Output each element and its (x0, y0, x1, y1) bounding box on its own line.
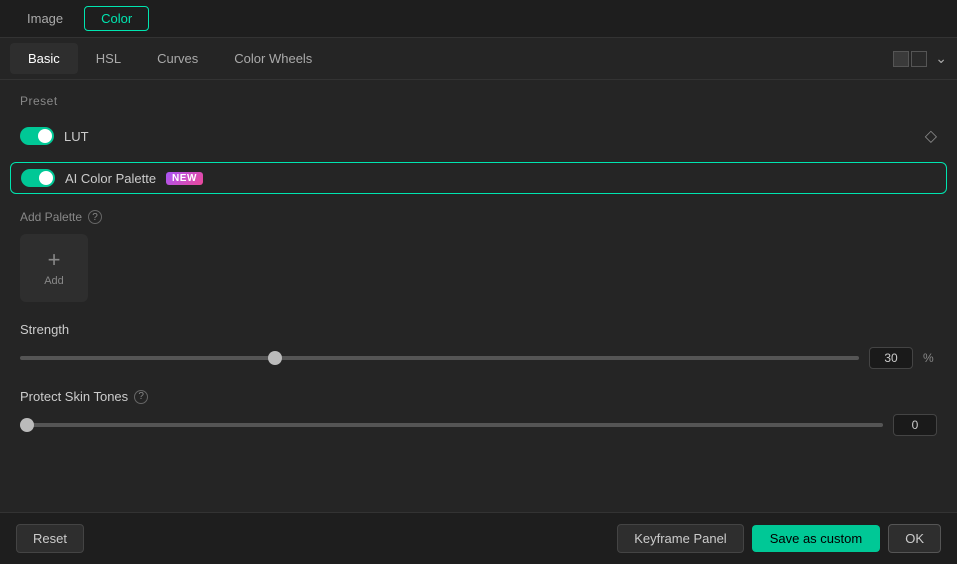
ok-button[interactable]: OK (888, 524, 941, 553)
tab-image[interactable]: Image (10, 6, 80, 31)
protect-skin-tones-section: Protect Skin Tones ? 0 (20, 389, 937, 436)
tab-color[interactable]: Color (84, 6, 149, 31)
add-palette-button[interactable]: + Add (20, 234, 88, 302)
main-content: Preset LUT ◇ AI Color Palette NEW Add Pa… (0, 80, 957, 512)
add-plus-icon: + (48, 249, 61, 271)
protect-skin-tones-value: 0 (893, 414, 937, 436)
protect-label-row: Protect Skin Tones ? (20, 389, 937, 404)
collapse-button[interactable]: ⌄ (935, 50, 947, 67)
top-tab-bar: Image Color (0, 0, 957, 38)
lut-label: LUT (64, 129, 89, 144)
keyframe-panel-button[interactable]: Keyframe Panel (617, 524, 744, 553)
lut-row: LUT ◇ (20, 120, 937, 152)
palette-label-row: Add Palette ? (20, 210, 937, 224)
add-palette-label: Add Palette (20, 210, 82, 224)
strength-label: Strength (20, 322, 937, 337)
diamond-icon: ◇ (925, 126, 937, 146)
new-badge: NEW (166, 172, 203, 185)
sub-tabs-right-controls: ⌄ (893, 50, 947, 67)
sub-tab-bar: Basic HSL Curves Color Wheels ⌄ (0, 38, 957, 80)
bottom-right-controls: Keyframe Panel Save as custom OK (617, 524, 941, 553)
tab-hsl[interactable]: HSL (78, 43, 139, 74)
add-palette-button-label: Add (44, 275, 64, 287)
protect-skin-tones-info-icon[interactable]: ? (134, 390, 148, 404)
protect-slider-container (20, 417, 883, 433)
strength-value: 30 (869, 347, 913, 369)
strength-slider-row: 30 % (20, 347, 937, 369)
save-as-custom-button[interactable]: Save as custom (752, 525, 881, 552)
ai-color-palette-label: AI Color Palette (65, 171, 156, 186)
palette-section: Add Palette ? + Add (20, 210, 937, 302)
split-view-icon[interactable] (893, 51, 927, 67)
ai-color-palette-row: AI Color Palette NEW (10, 162, 947, 194)
reset-button[interactable]: Reset (16, 524, 84, 553)
strength-unit: % (923, 351, 937, 365)
tab-curves[interactable]: Curves (139, 43, 216, 74)
tab-basic[interactable]: Basic (10, 43, 78, 74)
tab-color-wheels[interactable]: Color Wheels (216, 43, 330, 74)
strength-slider-container (20, 350, 859, 366)
protect-skin-tones-label: Protect Skin Tones (20, 389, 128, 404)
strength-section: Strength 30 % (20, 322, 937, 369)
strength-slider[interactable] (20, 356, 859, 360)
protect-slider-row: 0 (20, 414, 937, 436)
bottom-bar: Reset Keyframe Panel Save as custom OK (0, 512, 957, 564)
lut-toggle[interactable] (20, 127, 54, 145)
preset-label: Preset (20, 94, 937, 108)
add-palette-info-icon[interactable]: ? (88, 210, 102, 224)
ai-color-palette-toggle[interactable] (21, 169, 55, 187)
protect-skin-tones-slider[interactable] (20, 423, 883, 427)
